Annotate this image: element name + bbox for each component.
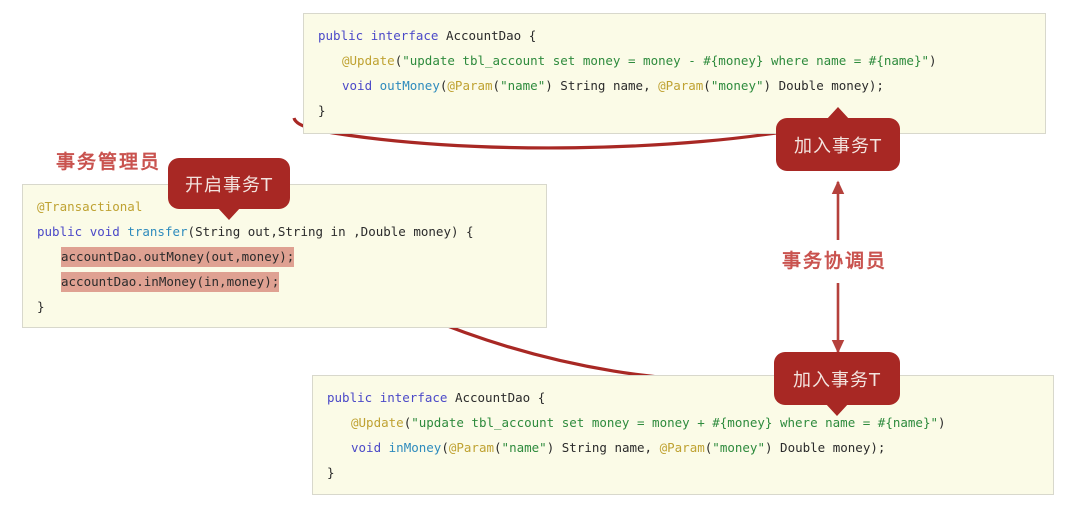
code-token: ( — [492, 78, 501, 93]
code-token: money); — [825, 440, 886, 455]
label-transaction-manager: 事务管理员 — [56, 151, 162, 173]
code-token: } — [318, 103, 326, 118]
code-block-account-dao-in-money: public interface AccountDao {@Update("up… — [312, 375, 1054, 495]
code-token: ) — [764, 440, 781, 455]
code-token: "name" — [500, 78, 546, 93]
code-token: ( — [187, 224, 196, 239]
code-token: outMoney — [379, 78, 440, 93]
code-token: Double — [780, 440, 826, 455]
code-line: } — [304, 98, 1045, 123]
code-token: interface — [379, 390, 448, 405]
code-token: ( — [703, 78, 711, 93]
code-token: Double — [778, 78, 824, 93]
code-token: String — [561, 440, 607, 455]
code-token: ) — [763, 78, 779, 93]
code-token: "money" — [712, 440, 765, 455]
code-token: accountDao.outMoney(out,money); — [61, 249, 295, 264]
code-token: ) — [929, 53, 937, 68]
code-token: String — [277, 224, 324, 239]
code-line: accountDao.inMoney(in,money); — [23, 269, 546, 294]
code-token: "money" — [710, 78, 764, 93]
code-token: @Param — [448, 440, 495, 455]
code-token: interface — [370, 28, 439, 43]
badge-join-transaction-top[interactable]: 加入事务T — [776, 107, 900, 171]
badge-start-transaction-label: 开启事务T — [185, 174, 273, 196]
code-line: public interface AccountDao { — [313, 385, 1053, 410]
code-token: accountDao.inMoney(in,money); — [61, 274, 280, 289]
code-token: public — [318, 28, 364, 43]
code-token: } — [37, 299, 45, 314]
code-line: public void transfer(String out,String i… — [23, 219, 546, 244]
code-token: "update tbl_account set money = money + … — [411, 415, 939, 430]
code-token: ) — [545, 78, 561, 93]
code-line: public interface AccountDao { — [304, 23, 1045, 48]
code-line: @Update("update tbl_account set money = … — [304, 48, 1045, 73]
code-token: ) — [546, 440, 562, 455]
badge-start-transaction[interactable]: 开启事务T — [168, 158, 290, 220]
code-token: @Update — [342, 53, 395, 68]
badge-join-transaction-top-label: 加入事务T — [794, 135, 882, 157]
code-line: } — [313, 460, 1053, 485]
code-token: String — [195, 224, 241, 239]
code-token: String — [560, 78, 606, 93]
badge-join-transaction-bottom-label: 加入事务T — [793, 369, 881, 391]
code-token: out, — [240, 224, 278, 239]
label-transaction-coordinator: 事务协调员 — [782, 250, 888, 272]
code-token: ( — [441, 440, 449, 455]
code-line: @Update("update tbl_account set money = … — [313, 410, 1053, 435]
code-token: public — [327, 390, 373, 405]
code-token: "name" — [501, 440, 547, 455]
code-token: money) { — [405, 224, 474, 239]
code-token: @Param — [658, 78, 704, 93]
code-token: name, — [606, 440, 660, 455]
code-token: AccountDao — [445, 28, 522, 43]
code-token: } — [327, 465, 335, 480]
code-token: void — [342, 78, 373, 93]
code-token: { — [521, 28, 537, 43]
code-token: inMoney — [388, 440, 442, 455]
code-token: @Param — [659, 440, 705, 455]
code-token: @Update — [351, 415, 404, 430]
code-token: "update tbl_account set money = money - … — [402, 53, 930, 68]
code-token: ) — [938, 415, 946, 430]
code-highlight: accountDao.outMoney(out,money); — [61, 247, 295, 267]
code-token: @Transactional — [37, 199, 143, 214]
code-line: void outMoney(@Param("name") String name… — [304, 73, 1045, 98]
code-highlight: accountDao.inMoney(in,money); — [61, 272, 280, 292]
badge-join-transaction-bottom[interactable]: 加入事务T — [774, 352, 900, 416]
code-token: AccountDao — [454, 390, 531, 405]
code-line: void inMoney(@Param("name") String name,… — [313, 435, 1053, 460]
code-token: in , — [323, 224, 361, 239]
code-token: money); — [823, 78, 884, 93]
code-token: name, — [605, 78, 659, 93]
code-token: void — [351, 440, 382, 455]
code-block-account-dao-out-money: public interface AccountDao {@Update("up… — [303, 13, 1046, 134]
code-line: accountDao.outMoney(out,money); — [23, 244, 546, 269]
code-token: transfer — [127, 224, 188, 239]
code-line: } — [23, 294, 546, 319]
code-token: public — [37, 224, 83, 239]
code-token: { — [530, 390, 546, 405]
code-token: Double — [360, 224, 406, 239]
code-token: @Param — [447, 78, 493, 93]
code-token: ( — [494, 440, 502, 455]
code-token: void — [89, 224, 120, 239]
